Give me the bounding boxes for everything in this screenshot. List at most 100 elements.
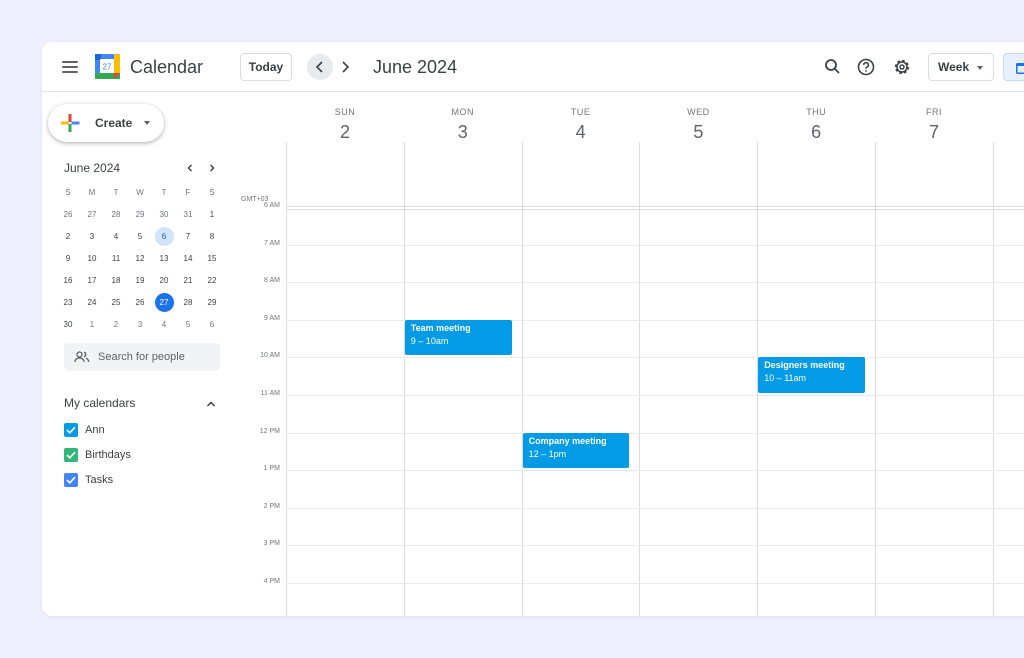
mini-calendar-day[interactable]: 13 — [152, 248, 176, 270]
mini-calendar-day[interactable]: 15 — [200, 248, 224, 270]
hour-label: 10 AM — [260, 352, 280, 360]
mini-calendar-day-number: 28 — [111, 210, 121, 219]
mini-calendar-day-number: 17 — [87, 276, 97, 285]
day-header[interactable]: TUE 4 — [522, 92, 640, 152]
mini-calendar-day[interactable]: 26 — [128, 292, 152, 314]
mini-calendar-day[interactable]: 1 — [200, 204, 224, 226]
mini-calendar-day-number: 31 — [183, 210, 193, 219]
people-icon — [74, 351, 90, 363]
mini-calendar-day[interactable]: 12 — [128, 248, 152, 270]
mini-calendar-day[interactable]: 2 — [104, 314, 128, 336]
mini-calendar-day-number: 20 — [159, 276, 169, 285]
day-header[interactable]: WED 5 — [639, 92, 757, 152]
mini-calendar-day-number: 8 — [209, 232, 215, 241]
calendar-event[interactable]: Designers meeting 10 – 11am — [758, 357, 865, 393]
mini-calendar-day[interactable]: 8 — [200, 226, 224, 248]
calendar-view-toggle[interactable] — [1003, 53, 1024, 81]
mini-calendar-day[interactable]: 9 — [56, 248, 80, 270]
mini-calendar-day[interactable]: 31 — [176, 204, 200, 226]
previous-week-button[interactable] — [307, 54, 333, 80]
calendar-event[interactable]: Company meeting 12 – 1pm — [522, 432, 630, 469]
mini-calendar-day[interactable]: 28 — [104, 204, 128, 226]
checkbox-checked-icon[interactable] — [64, 423, 78, 437]
mini-calendar-day[interactable]: 27 — [152, 292, 176, 314]
mini-calendar-day[interactable]: 6 — [200, 314, 224, 336]
mini-calendar-day-number: 24 — [87, 298, 97, 307]
svg-text:27: 27 — [103, 63, 112, 72]
mini-calendar-day[interactable]: 11 — [104, 248, 128, 270]
mini-calendar-day[interactable]: 30 — [152, 204, 176, 226]
mini-calendar-day[interactable]: 20 — [152, 270, 176, 292]
chevron-left-icon — [315, 61, 323, 73]
mini-calendar-day[interactable]: 14 — [176, 248, 200, 270]
mini-calendar-day[interactable]: 3 — [128, 314, 152, 336]
today-button[interactable]: Today — [240, 53, 292, 81]
main-menu-icon[interactable] — [62, 61, 78, 73]
mini-calendar-day[interactable]: 22 — [200, 270, 224, 292]
mini-calendar-day[interactable]: 16 — [56, 270, 80, 292]
mini-calendar-day[interactable]: 29 — [200, 292, 224, 314]
hour-label: 12 PM — [259, 427, 280, 435]
search-people-field[interactable]: Search for people — [64, 343, 220, 371]
calendar-event[interactable]: Team meeting 9 – 10am — [404, 319, 512, 356]
mini-calendar-day[interactable]: 4 — [152, 314, 176, 336]
mini-calendar-day[interactable]: 29 — [128, 204, 152, 226]
hour-gridline — [286, 357, 1024, 359]
calendar-icon — [1016, 63, 1024, 74]
mini-calendar-day[interactable]: 10 — [80, 248, 104, 270]
checkbox-checked-icon[interactable] — [64, 448, 78, 462]
mini-calendar-day[interactable]: 23 — [56, 292, 80, 314]
day-header[interactable]: THU 6 — [757, 92, 875, 152]
app-title: Calendar — [130, 57, 204, 77]
event-title: Company meeting — [528, 435, 607, 446]
day-number: 5 — [693, 122, 704, 142]
view-selector[interactable]: Week — [928, 53, 994, 81]
mini-calendar-day[interactable]: 4 — [104, 226, 128, 248]
mini-calendar-day[interactable]: 19 — [128, 270, 152, 292]
weekday-label: T — [113, 188, 119, 197]
mini-calendar-day[interactable]: 21 — [176, 270, 200, 292]
hour-gridline — [286, 470, 1024, 472]
help-icon[interactable] — [855, 56, 877, 78]
mini-calendar-day[interactable]: 5 — [128, 226, 152, 248]
day-header[interactable]: MON 3 — [404, 92, 522, 152]
checkbox-checked-icon[interactable] — [64, 473, 78, 487]
day-number: 4 — [575, 122, 586, 142]
mini-calendar-day[interactable]: 28 — [176, 292, 200, 314]
create-button[interactable]: Create — [48, 104, 164, 142]
search-icon[interactable] — [822, 56, 844, 78]
day-header[interactable]: SUN 2 — [286, 92, 404, 152]
grid-divider — [286, 206, 1024, 207]
mini-calendar-week: 16 17 18 19 20 21 22 — [56, 270, 224, 292]
mini-calendar-day[interactable]: 3 — [80, 226, 104, 248]
weekday-label: T — [161, 188, 167, 197]
chevron-up-icon[interactable] — [205, 397, 217, 415]
mini-calendar-day[interactable]: 5 — [176, 314, 200, 336]
mini-calendar-next-icon[interactable] — [206, 161, 218, 173]
caret-down-icon — [144, 121, 150, 125]
mini-calendar-day-number: 5 — [185, 320, 191, 329]
mini-calendar-day[interactable]: 26 — [56, 204, 80, 226]
hour-label: 3 PM — [263, 540, 280, 548]
mini-calendar-day-number: 1 — [209, 210, 215, 219]
create-button-label: Create — [95, 116, 133, 130]
mini-calendar-day[interactable]: 2 — [56, 226, 80, 248]
mini-calendar-day[interactable]: 17 — [80, 270, 104, 292]
mini-calendar-day[interactable]: 1 — [80, 314, 104, 336]
mini-calendar-day[interactable]: 18 — [104, 270, 128, 292]
day-header[interactable]: FRI 7 — [875, 92, 993, 152]
hour-gridline — [286, 282, 1024, 284]
hour-gridline — [286, 545, 1024, 547]
mini-calendar-day[interactable]: 24 — [80, 292, 104, 314]
mini-calendar-prev-icon[interactable] — [184, 161, 196, 173]
mini-calendar-day[interactable]: 7 — [176, 226, 200, 248]
mini-calendar-day-number: 13 — [159, 254, 169, 263]
settings-gear-icon[interactable] — [891, 56, 913, 78]
next-week-button[interactable] — [332, 54, 358, 80]
calendar-item-label: Ann — [85, 424, 105, 436]
mini-calendar-day[interactable]: 6 — [152, 226, 176, 248]
hour-label: 4 PM — [263, 578, 280, 585]
mini-calendar-day[interactable]: 30 — [56, 314, 80, 336]
mini-calendar-day[interactable]: 25 — [104, 292, 128, 314]
mini-calendar-day[interactable]: 27 — [80, 204, 104, 226]
